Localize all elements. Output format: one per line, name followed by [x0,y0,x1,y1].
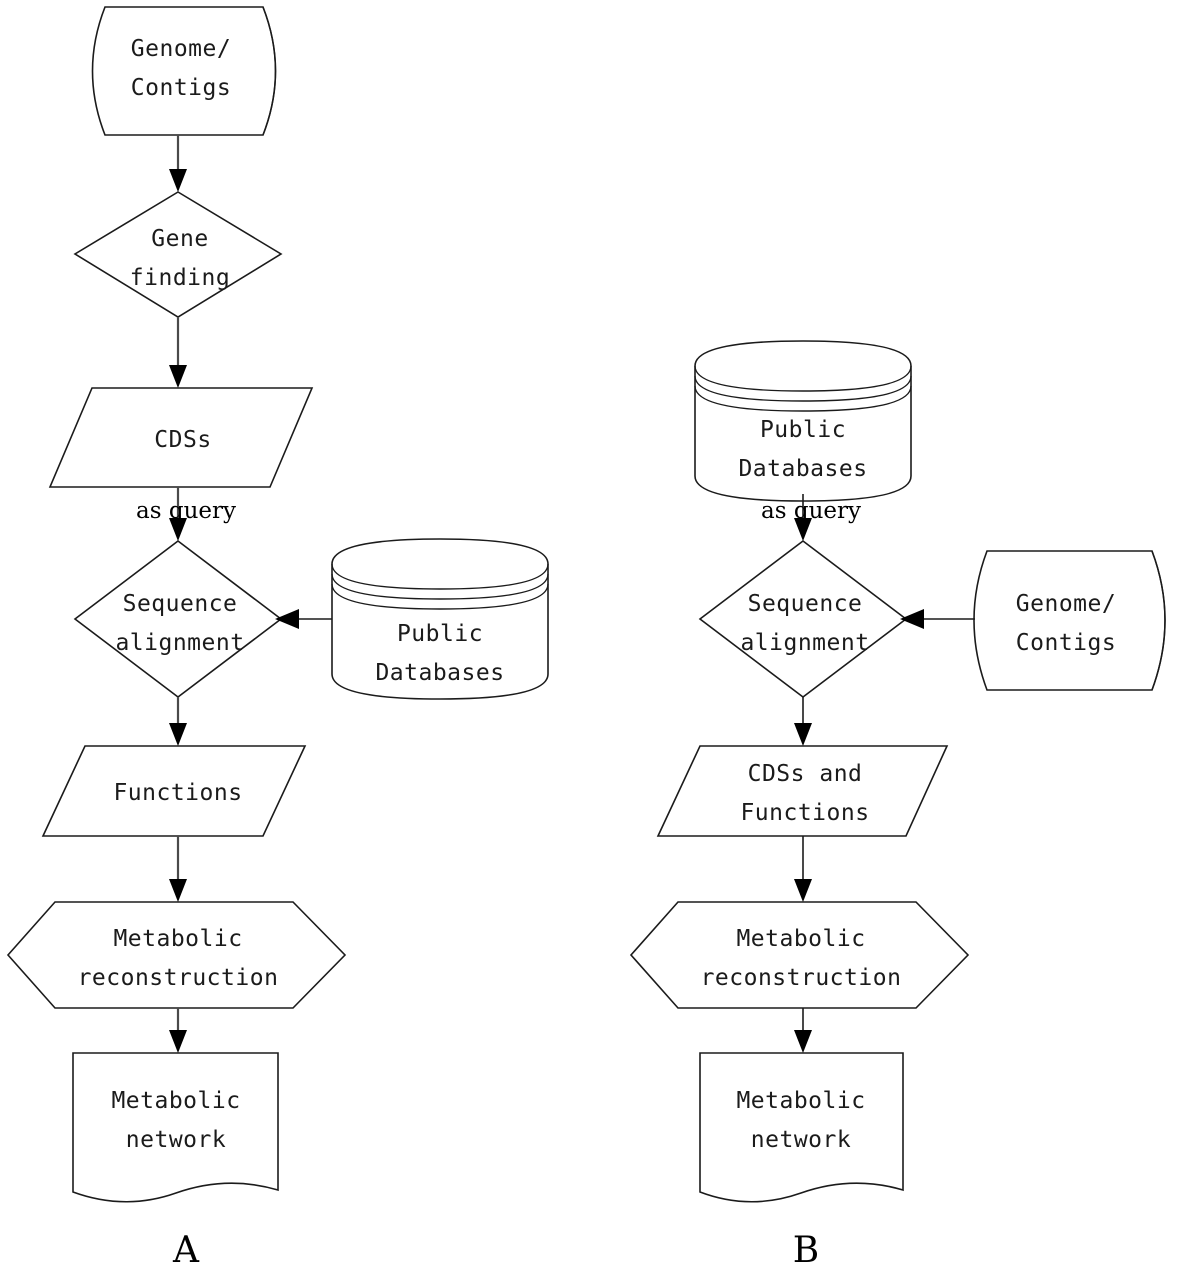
edge-a-metabolicrecon-to-metabolicnet [169,1008,187,1053]
node-a-cds-label: CDSs [154,427,211,453]
node-a-seqalign-label-line2: alignment [115,630,244,656]
node-b-public-databases: Public Databases [694,340,912,502]
node-a-seqalign-label-line1: Sequence [123,591,238,617]
node-b-seqalign-label-line2: alignment [740,630,869,656]
node-b-metabolicnet-label-line1: Metabolic [736,1088,865,1114]
arrowhead-down-icon [169,1030,187,1053]
node-b-cdsfunctions-label-line1: CDSs and [748,761,863,787]
node-a-genome-contigs: Genome/ Contigs [91,6,277,136]
node-b-cds-and-functions: CDSs and Functions [656,745,949,837]
node-a-publicdb-label-line1: Public [397,621,483,647]
hexagon-shape [6,901,347,1009]
flowchart-canvas: Genome/ Contigs Gene finding CDSs as que… [6,6,1166,1271]
flowchart-figure: Genome/ Contigs Gene finding CDSs as que… [0,0,1196,1279]
arrowhead-down-icon [169,169,187,192]
edge-a-publicdb-to-seqalign [275,609,332,629]
node-a-gene-finding: Gene finding [73,191,283,318]
node-a-functions-label: Functions [113,780,242,806]
edge-a-functions-to-metabolicrecon [169,836,187,902]
node-a-metabolicrecon-label-line2: reconstruction [78,965,279,991]
node-a-metabolicnet-label-line1: Metabolic [111,1088,240,1114]
edge-b-as-query-label: as query [761,498,861,524]
node-a-genefinding-label-line1: Gene [151,226,208,252]
edge-b-metabolicrecon-to-metabolicnet [794,1008,812,1053]
hexagon-shape [629,901,970,1009]
node-a-metabolicnet-label-line2: network [126,1127,226,1153]
arrowhead-down-icon [169,365,187,388]
edge-b-cdsfunctions-to-metabolicrecon [794,836,812,902]
panel-b-letter: B [793,1230,819,1271]
node-b-seqalign-label-line1: Sequence [748,591,863,617]
node-a-genome-label-line1: Genome/ [131,36,231,62]
node-a-cds: CDSs [48,387,314,488]
node-a-metabolic-reconstruction: Metabolic reconstruction [6,901,347,1009]
panel-a: Genome/ Contigs Gene finding CDSs as que… [6,6,549,1271]
node-a-public-databases: Public Databases [331,538,549,700]
edge-a-cds-to-seqalign: as query [136,487,236,541]
node-b-genome-contigs: Genome/ Contigs [973,550,1166,691]
node-b-genome-label-line2: Contigs [1016,630,1116,656]
node-a-genome-label-line2: Contigs [131,75,231,101]
node-b-metabolic-reconstruction: Metabolic reconstruction [629,901,970,1009]
node-b-genome-label-line1: Genome/ [1016,591,1116,617]
node-a-metabolic-network: Metabolic network [72,1052,279,1203]
node-b-sequence-alignment: Sequence alignment [698,539,908,699]
arrowhead-left-icon [275,609,299,629]
diamond-shape [698,539,908,699]
arrowhead-down-icon [794,1030,812,1053]
node-a-sequence-alignment: Sequence alignment [73,539,283,699]
arrowhead-down-icon [794,879,812,902]
node-b-metabolicnet-label-line2: network [751,1127,851,1153]
node-a-publicdb-label-line2: Databases [375,660,504,686]
arrowhead-down-icon [169,879,187,902]
panel-a-letter: A [172,1230,200,1271]
edge-a-genefinding-to-cds [169,317,187,388]
edge-a-seqalign-to-functions [169,697,187,746]
edge-b-publicdb-to-seqalign: as query [761,494,861,541]
node-b-metabolicrecon-label-line2: reconstruction [701,965,902,991]
diamond-shape [73,191,283,318]
edge-b-genome-to-seqalign [900,609,975,629]
arrowhead-down-icon [169,723,187,746]
node-b-publicdb-label-line1: Public [760,417,846,443]
node-b-publicdb-label-line2: Databases [738,456,867,482]
node-b-metabolicrecon-label-line1: Metabolic [736,926,865,952]
node-a-metabolicrecon-label-line1: Metabolic [113,926,242,952]
node-a-functions: Functions [41,745,307,837]
panel-b: Public Databases as query Sequence align… [629,340,1166,1271]
arrowhead-left-icon [900,609,924,629]
diamond-shape [73,539,283,699]
cylinder-horizontal-body [973,550,1166,691]
node-a-genefinding-label-line2: finding [130,265,230,291]
edge-a-genome-to-genefinding [169,135,187,192]
node-b-metabolic-network: Metabolic network [699,1052,904,1203]
arrowhead-down-icon [794,723,812,746]
edge-a-as-query-label: as query [136,498,236,524]
edge-b-seqalign-to-cdsfunctions [794,697,812,746]
node-b-cdsfunctions-label-line2: Functions [740,800,869,826]
cylinder-horizontal-body [91,6,277,136]
